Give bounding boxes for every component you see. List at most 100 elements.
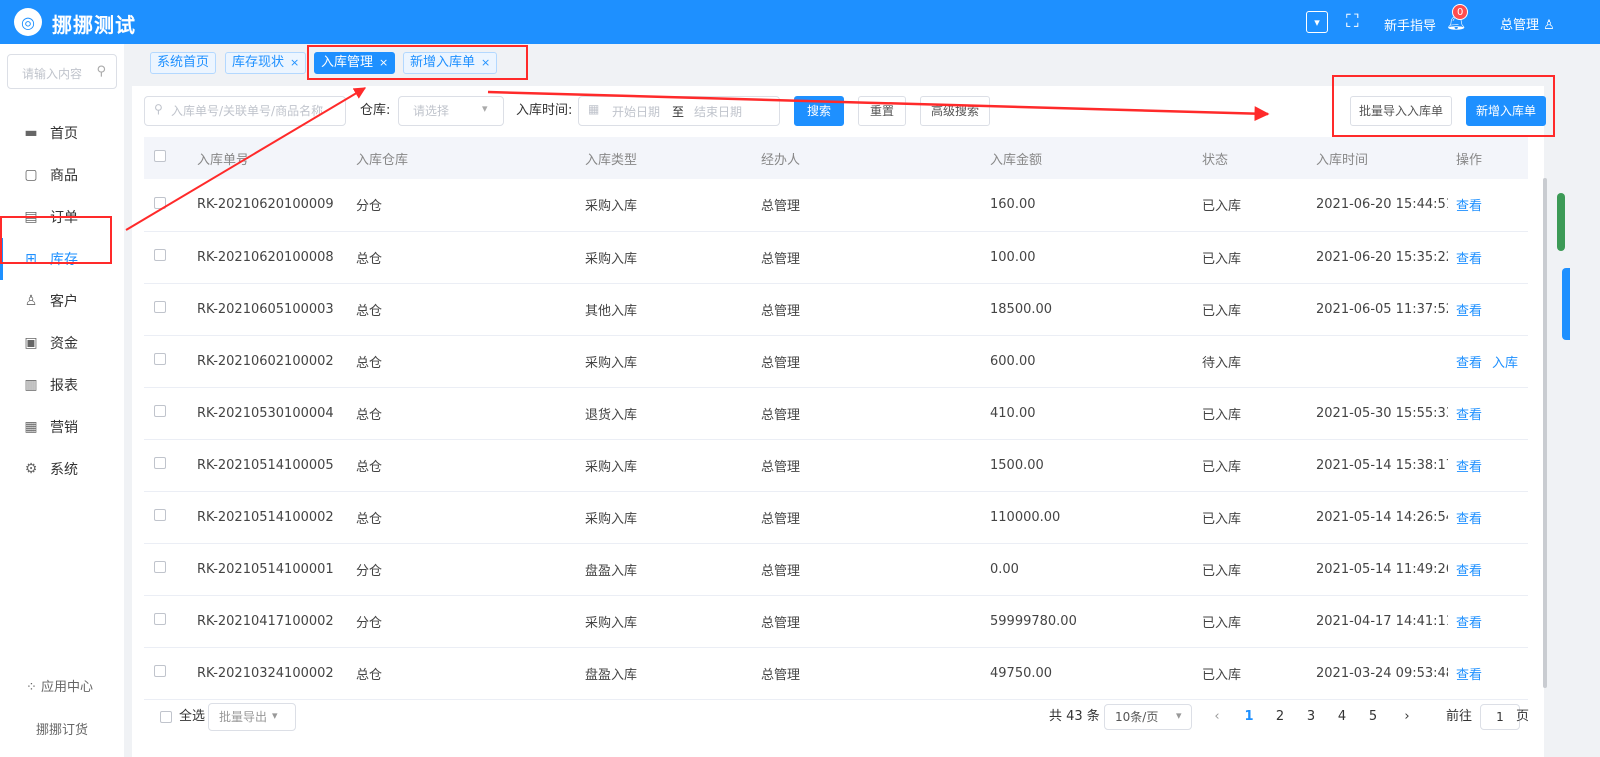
batch-export-select[interactable]: 批量导出 bbox=[208, 703, 296, 731]
row-checkbox[interactable] bbox=[154, 405, 166, 417]
table-row[interactable]: RK-20210530100004 总仓 退货入库 总管理 410.00 已入库 2021-… bbox=[144, 387, 1528, 440]
row-checkbox[interactable] bbox=[154, 353, 166, 365]
sidebar-item-system[interactable]: ⚙ 系统 bbox=[0, 448, 124, 490]
column-header: 入库单号 bbox=[189, 137, 348, 179]
view-link[interactable]: 查看 bbox=[1456, 564, 1482, 579]
sidebar-search-input[interactable]: 请输入内容 ⚲ bbox=[7, 54, 117, 89]
amount-cell: 0.00 bbox=[982, 543, 1194, 596]
page-5[interactable]: 5 bbox=[1358, 701, 1388, 733]
search-button[interactable]: 搜索 bbox=[794, 96, 844, 126]
column-header: 入库类型 bbox=[577, 137, 753, 179]
view-link[interactable]: 查看 bbox=[1456, 408, 1482, 423]
fullscreen-icon[interactable]: ⛶ bbox=[1346, 11, 1359, 33]
prev-page-button[interactable]: ‹ bbox=[1202, 701, 1232, 733]
page-1[interactable]: 1 bbox=[1234, 701, 1264, 733]
table-row[interactable]: RK-20210514100005 总仓 采购入库 总管理 1500.00 已入库 2021… bbox=[144, 439, 1528, 492]
table-row[interactable]: RK-20210620100008 总仓 采购入库 总管理 100.00 已入库 2021-… bbox=[144, 231, 1528, 284]
row-checkbox[interactable] bbox=[154, 561, 166, 573]
sidebar-item-funds[interactable]: ▣ 资金 bbox=[0, 322, 124, 364]
start-date-placeholder: 开始日期 bbox=[612, 105, 661, 119]
stock-in-no: RK-20210602100002 bbox=[189, 335, 348, 388]
row-checkbox[interactable] bbox=[154, 196, 166, 209]
table-row[interactable]: RK-20210514100001 分仓 盘盈入库 总管理 0.00 已入库 2021-05… bbox=[144, 543, 1528, 596]
user-menu[interactable]: 总管理 ♙ bbox=[1500, 14, 1555, 33]
end-date-placeholder: 结束日期 bbox=[694, 105, 743, 119]
warehouse-select[interactable]: 请选择 bbox=[398, 96, 504, 126]
time-cell: 2021-05-14 15:38:17 bbox=[1308, 439, 1448, 492]
table-row[interactable]: RK-20210620100009 分仓 采购入库 总管理 160.00 已入库 2021-… bbox=[144, 179, 1528, 232]
page-4[interactable]: 4 bbox=[1327, 701, 1357, 733]
view-link[interactable]: 查看 bbox=[1456, 668, 1482, 683]
next-page-button[interactable]: › bbox=[1392, 701, 1422, 733]
amount-cell: 410.00 bbox=[982, 387, 1194, 440]
sidebar-item-reports[interactable]: ▥ 报表 bbox=[0, 364, 124, 406]
view-link[interactable]: 查看 bbox=[1456, 252, 1482, 267]
row-checkbox[interactable] bbox=[154, 457, 166, 469]
guide-link[interactable]: 新手指导 bbox=[1384, 15, 1436, 34]
sidebar-item-goods[interactable]: ▢ 商品 bbox=[0, 154, 124, 196]
row-checkbox[interactable] bbox=[154, 249, 166, 261]
status-cell: 待入库 bbox=[1194, 335, 1308, 388]
page-3[interactable]: 3 bbox=[1296, 701, 1326, 733]
advanced-search-button[interactable]: 高级搜索 bbox=[920, 96, 990, 126]
sidebar-item-label: 资金 bbox=[50, 336, 78, 352]
warehouse-label: 仓库: bbox=[360, 103, 391, 118]
amount-cell: 1500.00 bbox=[982, 439, 1194, 492]
table-row[interactable]: RK-20210514100002 总仓 采购入库 总管理 110000.00 已入库 20… bbox=[144, 491, 1528, 544]
chevron-down-icon[interactable]: ▾ bbox=[1306, 11, 1328, 33]
app-center-link[interactable]: ⁘ 应用中心 bbox=[26, 676, 93, 695]
goto-label: 前往 bbox=[1446, 709, 1473, 724]
view-link[interactable]: 查看 bbox=[1456, 616, 1482, 631]
table-row[interactable]: RK-20210417100002 分仓 采购入库 总管理 59999780.00 已入库… bbox=[144, 595, 1528, 648]
view-link[interactable]: 查看 bbox=[1456, 512, 1482, 527]
table-scrollbar[interactable] bbox=[1543, 178, 1547, 688]
search-input[interactable]: 入库单号/关联单号/商品名称 bbox=[144, 96, 346, 126]
sidebar-item-home[interactable]: ▬ 首页 bbox=[0, 112, 124, 154]
view-link[interactable]: 查看 bbox=[1456, 304, 1482, 319]
sidebar: 请输入内容 ⚲ ▬ 首页 ▢ 商品 ▤ 订单 ⊞ 库存 ♙ 客户 ▣ 资金 ▥ 报表 ▦ 营销 … bbox=[0, 44, 124, 757]
warehouse-cell: 总仓 bbox=[348, 283, 577, 336]
view-link[interactable]: 查看 bbox=[1456, 356, 1482, 371]
amount-cell: 100.00 bbox=[982, 231, 1194, 284]
tab-inventory-status[interactable]: 库存现状 × bbox=[225, 52, 307, 74]
select-all-checkbox[interactable] bbox=[160, 711, 172, 723]
sidebar-footer-link[interactable]: 挪挪订货 bbox=[36, 719, 88, 738]
row-checkbox[interactable] bbox=[154, 665, 166, 677]
row-checkbox[interactable] bbox=[154, 509, 166, 521]
sidebar-item-label: 客户 bbox=[50, 294, 78, 310]
table-row[interactable]: RK-20210602100002 总仓 采购入库 总管理 600.00 待入库 查看 入库 bbox=[144, 335, 1528, 388]
column-header: 状态 bbox=[1194, 137, 1308, 179]
tab-system-home[interactable]: 系统首页 bbox=[150, 52, 217, 74]
header-checkbox[interactable] bbox=[154, 150, 166, 162]
reset-button[interactable]: 重置 bbox=[858, 96, 906, 126]
stock-in-no: RK-20210620100008 bbox=[189, 231, 348, 284]
row-checkbox[interactable] bbox=[154, 613, 166, 625]
sidebar-item-marketing[interactable]: ▦ 营销 bbox=[0, 406, 124, 448]
sidebar-item-label: 报表 bbox=[50, 378, 78, 394]
status-cell: 已入库 bbox=[1194, 231, 1308, 284]
goto-page-input[interactable]: 1 bbox=[1480, 704, 1520, 730]
status-cell: 已入库 bbox=[1194, 543, 1308, 596]
view-link[interactable]: 查看 bbox=[1456, 199, 1482, 214]
floating-widget-handle[interactable] bbox=[1557, 193, 1565, 251]
sidebar-item-customers[interactable]: ♙ 客户 bbox=[0, 280, 124, 322]
feedback-side-tab[interactable] bbox=[1562, 268, 1570, 340]
close-icon[interactable]: × bbox=[290, 56, 299, 69]
view-link[interactable]: 查看 bbox=[1456, 460, 1482, 475]
warehouse-cell: 总仓 bbox=[348, 439, 577, 492]
time-cell: 2021-04-17 14:41:11 bbox=[1308, 595, 1448, 648]
page-2[interactable]: 2 bbox=[1265, 701, 1295, 733]
table-row[interactable]: RK-20210324100002 总仓 盘盈入库 总管理 49750.00 已入库 202… bbox=[144, 647, 1528, 700]
warehouse-cell: 分仓 bbox=[348, 179, 577, 232]
warehouse-cell: 总仓 bbox=[348, 335, 577, 388]
table-row[interactable]: RK-20210605100003 总仓 其他入库 总管理 18500.00 已入库 202… bbox=[144, 283, 1528, 336]
sidebar-item-label: 首页 bbox=[50, 126, 78, 142]
main-panel: 入库单号/关联单号/商品名称 ⚲ 仓库: 请选择 ▾ 入库时间: ▦ 开始日期 … bbox=[132, 86, 1547, 757]
home-icon: ▬ bbox=[24, 125, 38, 141]
stock-in-no: RK-20210530100004 bbox=[189, 387, 348, 440]
column-header: 入库金额 bbox=[982, 137, 1194, 179]
time-cell: 2021-05-14 14:26:54 bbox=[1308, 491, 1448, 544]
stock-in-action-link[interactable]: 入库 bbox=[1492, 356, 1518, 371]
row-checkbox[interactable] bbox=[154, 301, 166, 313]
user-icon: ♙ bbox=[24, 293, 38, 309]
